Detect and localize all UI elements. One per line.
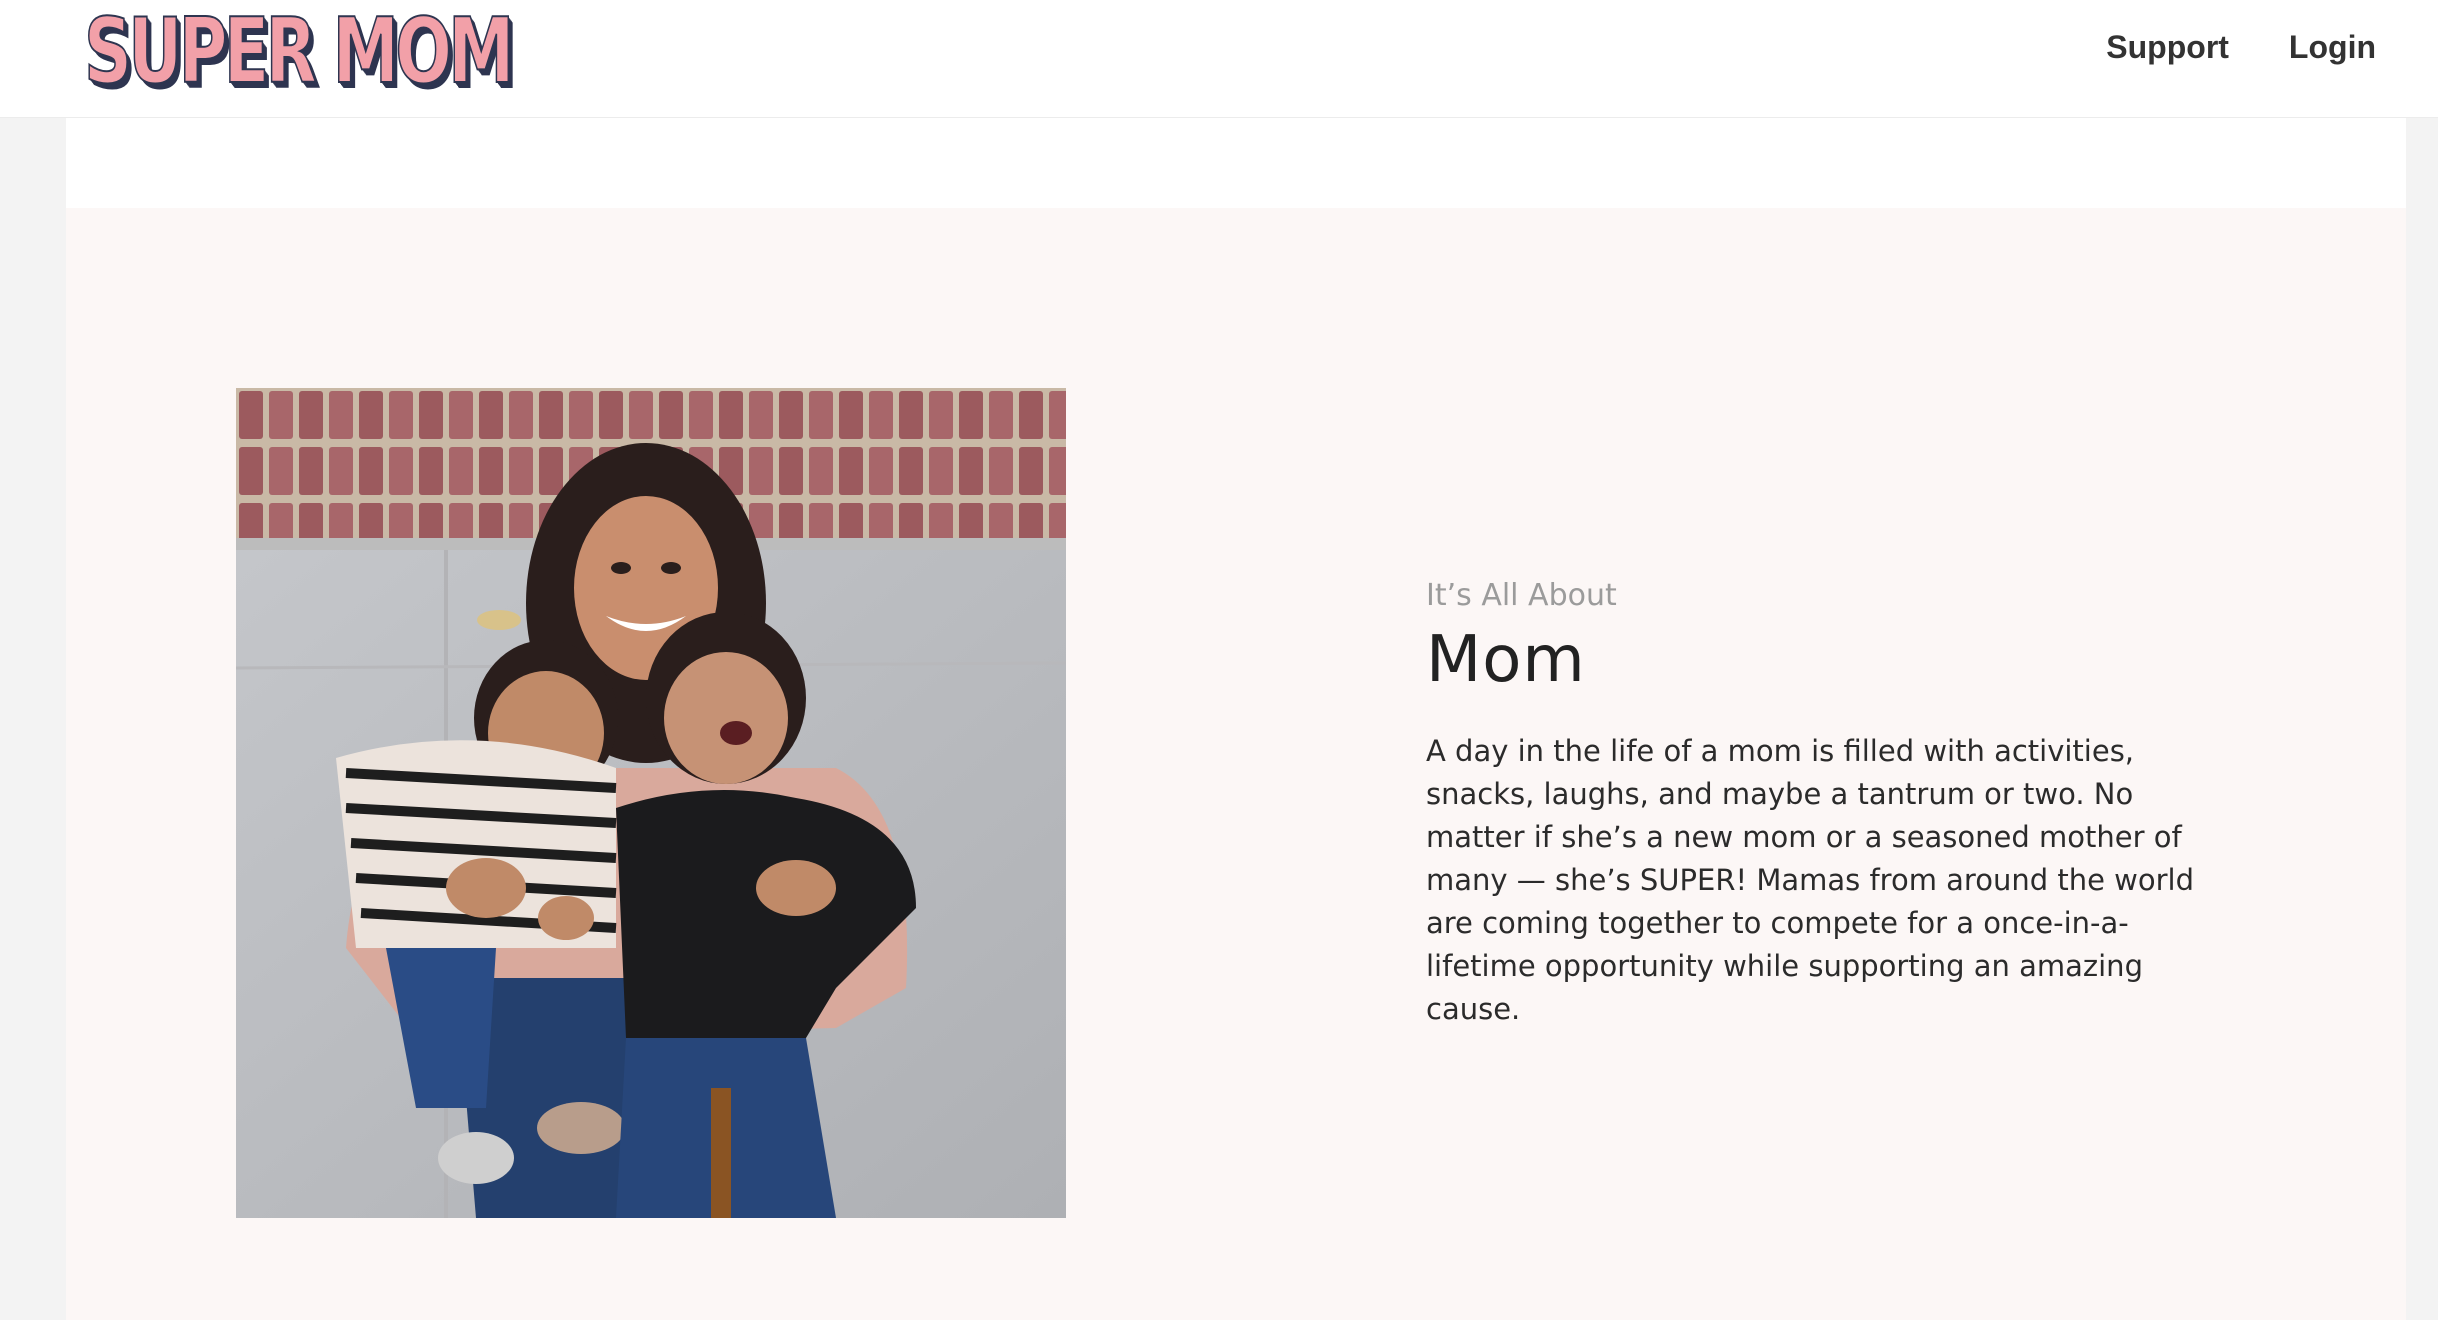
section-heading: Mom	[1426, 623, 1586, 697]
nav-support-link[interactable]: Support	[2106, 24, 2229, 70]
content-panel: It’s All About Mom A day in the life of …	[66, 118, 2406, 1320]
site-header: SUPER MOM Support Login	[0, 0, 2438, 118]
logo-text: SUPER MOM	[83, 0, 515, 104]
section-eyebrow: It’s All About	[1426, 578, 1617, 613]
mom-with-toddlers-photo	[236, 388, 1066, 1218]
site-logo[interactable]: SUPER MOM	[83, 0, 661, 104]
nav-login-link[interactable]: Login	[2289, 24, 2376, 70]
about-section: It’s All About Mom A day in the life of …	[66, 208, 2406, 1320]
main-nav: Support Login	[2106, 24, 2376, 70]
about-text-block: It’s All About Mom A day in the life of …	[1426, 576, 2206, 1031]
section-body-copy: A day in the life of a mom is filled wit…	[1426, 734, 2195, 1026]
